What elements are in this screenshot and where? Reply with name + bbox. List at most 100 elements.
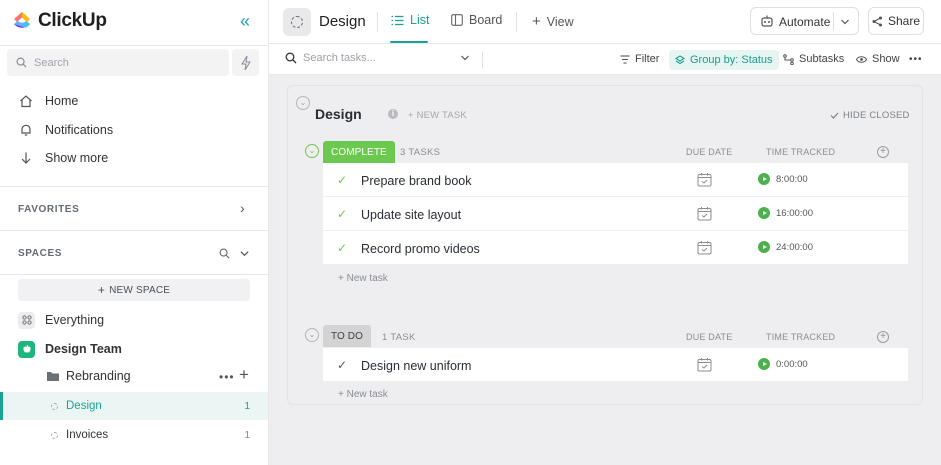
sidebar-search[interactable]	[7, 49, 229, 76]
list-count: 1	[244, 429, 250, 441]
calendar-icon[interactable]	[697, 357, 712, 372]
group-by-label: Group by: Status	[690, 54, 773, 66]
quick-action-button[interactable]	[232, 49, 259, 76]
share-icon	[872, 16, 882, 26]
filter-icon	[620, 54, 630, 64]
clickup-logo-icon	[14, 12, 30, 28]
play-icon[interactable]	[758, 358, 770, 370]
tab-board[interactable]: Board	[451, 13, 502, 27]
collapse-group-icon[interactable]: ⌄	[305, 328, 319, 342]
column-due-date[interactable]: DUE DATE	[686, 147, 732, 157]
sidebar-list-invoices[interactable]: Invoices 1	[0, 421, 268, 449]
more-options-icon[interactable]: •••	[909, 54, 923, 65]
time-value: 0:00:00	[776, 358, 808, 370]
time-tracked[interactable]: 16:00:00	[758, 207, 813, 219]
status-badge-complete[interactable]: COMPLETE	[323, 141, 395, 163]
sidebar-item-home[interactable]: Home	[19, 91, 78, 111]
share-button[interactable]: Share	[868, 7, 924, 35]
collapse-group-icon[interactable]: ⌄	[305, 144, 319, 158]
task-row[interactable]: ✓ Design new uniform 0:00:00	[323, 348, 908, 382]
list-status-icon	[51, 402, 58, 410]
column-time-tracked[interactable]: TIME TRACKED	[766, 332, 835, 342]
check-icon: ✓	[337, 173, 348, 187]
clickup-logo[interactable]: ClickUp	[12, 10, 107, 32]
calendar-icon[interactable]	[697, 206, 712, 221]
status-badge-todo[interactable]: TO DO	[323, 325, 371, 347]
new-space-button[interactable]: + NEW SPACE	[18, 279, 250, 301]
automate-button[interactable]: Automate	[750, 7, 859, 35]
more-options-icon[interactable]: •••	[219, 370, 235, 384]
sidebar-search-input[interactable]	[34, 56, 214, 69]
sidebar-item-everything[interactable]: Everything	[18, 310, 104, 330]
page-title[interactable]: Design	[319, 13, 366, 30]
favorites-label[interactable]: FAVORITES	[18, 204, 79, 215]
task-search[interactable]	[285, 52, 443, 64]
new-space-label: NEW SPACE	[109, 284, 171, 296]
time-tracked[interactable]: 24:00:00	[758, 241, 813, 253]
bolt-icon	[240, 55, 251, 70]
add-icon[interactable]: +	[239, 365, 249, 385]
list-icon-button[interactable]	[283, 8, 311, 36]
collapse-list-icon[interactable]: ⌄	[296, 96, 310, 110]
list-title: Design	[315, 106, 362, 122]
task-row[interactable]: ✓ Record promo videos 24:00:00	[323, 231, 908, 265]
chevron-down-icon[interactable]	[840, 17, 850, 27]
add-column-icon[interactable]: +	[877, 146, 889, 158]
folder-label: Rebranding	[66, 369, 131, 383]
check-icon[interactable]: ✓	[337, 358, 347, 372]
sidebar-item-design-team[interactable]: Design Team	[18, 339, 122, 359]
sidebar-item-label: Show more	[45, 151, 109, 165]
plus-icon: +	[97, 283, 106, 297]
task-search-input[interactable]	[303, 52, 443, 64]
list-label: Invoices	[66, 429, 109, 441]
list-label: Design	[66, 400, 102, 412]
add-view-button[interactable]: + View	[532, 13, 574, 30]
column-due-date[interactable]: DUE DATE	[686, 332, 732, 342]
play-icon[interactable]	[758, 241, 770, 253]
spaces-label[interactable]: SPACES	[18, 248, 62, 259]
task-name[interactable]: Design new uniform	[361, 359, 471, 373]
chevron-down-icon[interactable]	[239, 247, 250, 262]
task-name[interactable]: Update site layout	[361, 208, 461, 222]
calendar-icon[interactable]	[697, 172, 712, 187]
time-tracked[interactable]: 0:00:00	[758, 358, 808, 370]
task-name[interactable]: Record promo videos	[361, 242, 480, 256]
search-icon	[285, 52, 297, 64]
sidebar-item-notifications[interactable]: Notifications	[19, 120, 113, 140]
add-task-link[interactable]: + New task	[338, 389, 388, 400]
arrow-down-icon	[19, 151, 33, 165]
collapse-sidebar-icon[interactable]: «	[235, 12, 255, 32]
add-column-icon[interactable]: +	[877, 331, 889, 343]
column-time-tracked[interactable]: TIME TRACKED	[766, 147, 835, 157]
add-task-link[interactable]: + New task	[338, 273, 388, 284]
chevron-down-icon[interactable]	[460, 53, 470, 63]
tab-list[interactable]: List	[391, 13, 429, 27]
info-icon[interactable]: i	[388, 109, 398, 119]
task-count: 1 TASK	[382, 332, 416, 343]
subtasks-button[interactable]: Subtasks	[783, 53, 844, 65]
spaces-search-icon[interactable]	[219, 247, 230, 262]
task-row[interactable]: ✓ Update site layout 16:00:00	[323, 197, 908, 231]
show-button[interactable]: Show	[856, 53, 900, 65]
robot-icon	[761, 15, 773, 27]
chevron-right-icon[interactable]: ›	[240, 200, 245, 216]
task-row[interactable]: ✓ Prepare brand book 8:00:00	[323, 163, 908, 197]
sidebar-item-label: Home	[45, 94, 79, 108]
eye-icon	[856, 55, 867, 63]
play-icon[interactable]	[758, 173, 770, 185]
calendar-icon[interactable]	[697, 240, 712, 255]
list-status-icon	[51, 431, 58, 439]
play-icon[interactable]	[758, 207, 770, 219]
time-tracked[interactable]: 8:00:00	[758, 173, 808, 185]
sidebar-list-design[interactable]: Design 1	[0, 392, 268, 420]
hide-closed-button[interactable]: HIDE CLOSED	[830, 110, 910, 121]
bell-icon	[19, 123, 33, 137]
add-view-label: View	[546, 14, 574, 29]
group-by-button[interactable]: Group by: Status	[669, 50, 779, 70]
task-name[interactable]: Prepare brand book	[361, 174, 472, 188]
sidebar-item-show-more[interactable]: Show more	[19, 148, 108, 168]
filter-button[interactable]: Filter	[620, 53, 659, 65]
divider	[0, 45, 268, 46]
subtasks-icon	[783, 53, 794, 65]
new-task-button[interactable]: + NEW TASK	[408, 110, 467, 121]
